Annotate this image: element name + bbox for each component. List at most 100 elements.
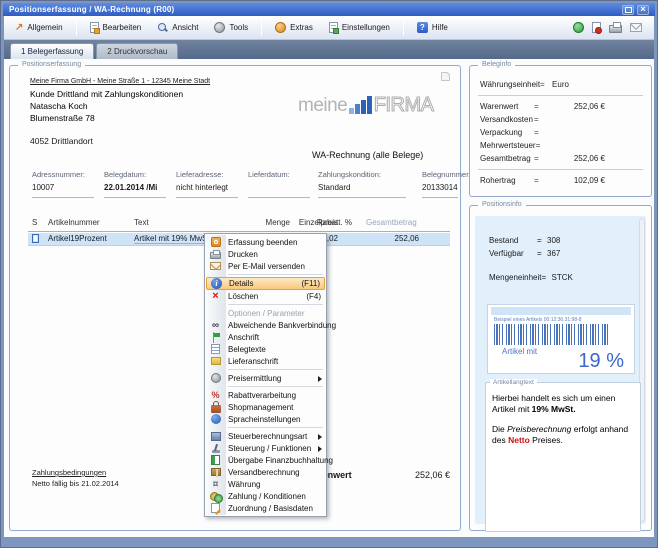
field-belegnummer: Belegnummer: 20133014 [422,170,462,198]
menu-item-details[interactable]: Details (F11) [206,277,325,290]
sender-line: Meine Firma GmbH - Meine Straße 1 - 1234… [30,78,210,85]
menu-item-versandberechnung[interactable]: Versandberechnung [206,466,325,478]
currency-icon [213,479,219,490]
beleginfo-row: Gesamtbetrag = 252,06 € [470,152,651,165]
menu-label: Allgemein [27,23,62,32]
menu-item-anschrift[interactable]: Anschrift [206,331,325,343]
beleginfo-row: Mehrwertsteuer = [470,139,651,152]
document-text-icon [211,344,220,354]
table-header: S Artikelnummer Text Menge Einzelpreis R… [10,218,460,231]
field-underline [422,197,458,198]
menu-item-belegtexte[interactable]: Belegtexte [206,343,325,355]
warenwert-value: 252,06 € [370,470,450,480]
menu-item-abweichende-bankverbindung[interactable]: Abweichende Bankverbindung [206,319,325,331]
menu-item-erfassung-beenden[interactable]: Erfassung beenden [206,236,325,248]
document-red-icon[interactable] [592,22,601,33]
positionsinfo-row: Bestand = 308 [481,234,632,247]
price-icon [211,373,221,383]
column-header-menge[interactable]: Menge [246,218,290,227]
tabbar: 1 Belegerfassung 2 Druckvorschau [4,40,654,59]
menu-item-lieferanschrift[interactable]: Lieferanschrift [206,355,325,367]
close-icon[interactable] [637,5,649,15]
menu-item-loeschen[interactable]: Löschen (F4) [206,290,325,302]
column-header-s[interactable]: S [32,218,42,227]
tab-belegerfassung[interactable]: 1 Belegerfassung [10,43,94,59]
menu-item-zuordnung-basisdaten[interactable]: Zuordnung / Basisdaten [206,502,325,514]
shortcut-label: (F11) [295,279,320,288]
address-city: 4052 Drittlandort [30,136,93,146]
globe-icon[interactable] [573,22,584,33]
menu-item-preisermittlung[interactable]: Preisermittlung [206,372,325,384]
menu-bearbeiten[interactable]: Bearbeiten [87,20,145,35]
divider [478,95,643,96]
field-underline [318,197,406,198]
menu-ansicht[interactable]: Ansicht [154,20,201,35]
column-header-gesamtbetrag[interactable]: Gesamtbetrag [366,218,423,227]
cell-gesamtbetrag: 252,06 [362,234,419,243]
extras-icon [275,22,286,33]
menu-item-drucken[interactable]: Drucken [206,248,325,260]
tab-druckvorschau[interactable]: 2 Druckvorschau [96,43,178,59]
context-menu: Erfassung beenden Drucken Per E-Mail ver… [204,233,327,517]
menu-label: Tools [229,23,248,32]
company-logo: meine FIRMA [298,96,433,115]
bar-chart-icon [349,96,372,114]
column-header-text[interactable]: Text [134,218,264,227]
menu-item-zahlung-konditionen[interactable]: Zahlung / Konditionen [206,490,325,502]
positionsinfo-row: Verfügbar = 367 [481,247,632,260]
beleginfo-row: Versandkosten = [470,113,651,126]
arrow-up-right-icon [15,22,23,33]
menu-allgemein[interactable]: Allgemein [12,20,66,35]
positionsinfo-panel: Positionsinfo Bestand = 308 Verfügbar = … [469,205,652,531]
groupbox-label: Positionsinfo [478,201,526,208]
beleginfo-row: Verpackung = [470,126,651,139]
menu-einstellungen[interactable]: Einstellungen [326,20,393,35]
image-header-strip [491,307,631,315]
beleginfo-panel: Beleginfo Währungseinheit = Euro Warenwe… [469,65,652,197]
beleginfo-row: Rohertrag = 102,09 € [470,174,651,187]
menu-item-shopmanagement[interactable]: Shopmanagement [206,401,325,413]
email-icon [210,262,221,270]
tax-icon [211,432,221,441]
delete-icon [212,291,218,301]
restore-icon[interactable] [622,5,634,15]
page-corner-icon [441,72,450,81]
field-label: Belegnummer: [422,170,462,179]
field-label: Zahlungskondition: [318,170,418,179]
settings-icon [329,22,338,33]
groupbox-label: Beleginfo [478,61,515,68]
menu-item-spracheinstellungen[interactable]: Spracheinstellungen [206,413,325,425]
printer-icon[interactable] [609,25,622,33]
beleginfo-row: Währungseinheit = Euro [470,78,651,91]
beleginfo-row: Warenwert = 252,06 € [470,100,651,113]
column-header-artikelnummer[interactable]: Artikelnummer [48,218,132,227]
mail-icon[interactable] [630,23,642,32]
shop-icon [211,405,221,413]
menu-extras[interactable]: Extras [272,20,316,35]
image-label: Artikel mit [502,347,537,356]
menubar-separator [76,20,77,36]
menu-tools[interactable]: Tools [211,20,251,35]
menu-item-email-versenden[interactable]: Per E-Mail versenden [206,260,325,272]
menu-item-steuerung-funktionen[interactable]: Steuerung / Funktionen [206,442,325,454]
document-type: WA-Rechnung (alle Belege) [312,150,423,160]
menu-item-rabattverarbeitung[interactable]: Rabattverarbeitung [206,389,325,401]
menubar-separator [403,20,404,36]
field-value[interactable]: 20133014 [422,183,462,193]
menubar: Allgemein Bearbeiten Ansicht Tools Extra… [4,16,654,40]
artikellangtext-box: Artikellangtext Hierbei handelt es sich … [485,382,641,532]
divider [478,169,643,170]
positionsinfo-body: Bestand = 308 Verfügbar = 367 Mengeneinh… [475,216,646,524]
menu-hilfe[interactable]: Hilfe [414,20,451,35]
artikellangtext-body: Hierbei handelt es sich um einen Artikel… [492,393,634,446]
payment-icon [210,491,222,501]
article-image: Beispiel eines Artikels 00:12:36:31:98-8… [487,304,635,374]
field-value[interactable]: Standard [318,183,418,193]
groupbox-label: Positionserfassung [18,61,85,68]
menu-item-steuerberechnungsart[interactable]: Steuerberechnungsart [206,430,325,442]
menu-item-waehrung[interactable]: Währung [206,478,325,490]
menu-item-uebergabe-finanzbuchhaltung[interactable]: Übergabe Finanzbuchhaltung [206,454,325,466]
column-header-rabatt[interactable]: Rabatt. % [310,218,352,227]
app-window: Positionserfassung / WA-Rechnung (R00) A… [0,0,658,548]
zahlungsbedingungen-link[interactable]: Zahlungsbedingungen [32,468,119,477]
